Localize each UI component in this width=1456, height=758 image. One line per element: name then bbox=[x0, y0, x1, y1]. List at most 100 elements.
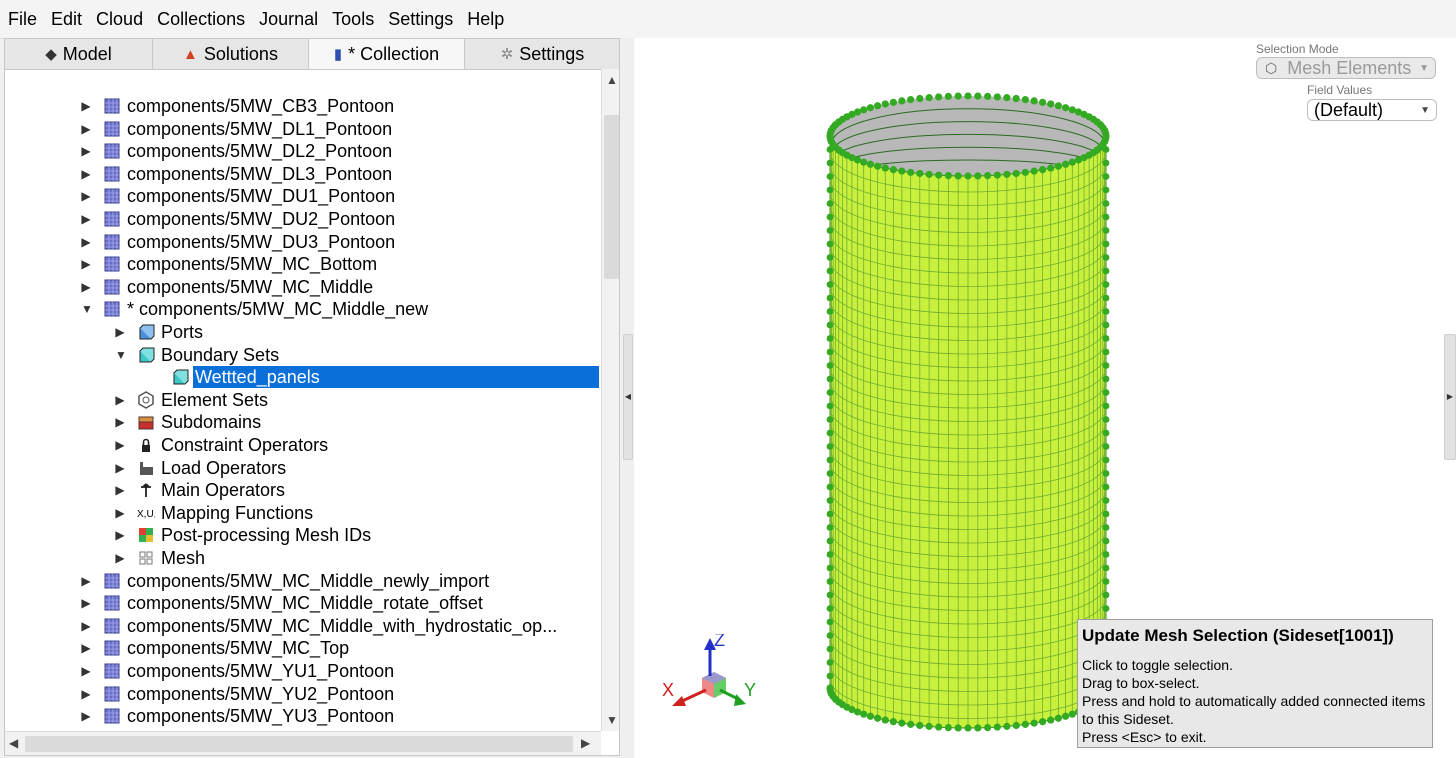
collection-icon: ▮ bbox=[333, 46, 343, 63]
lock-icon bbox=[137, 436, 155, 454]
collapsed-arrow-icon[interactable]: ▶ bbox=[81, 122, 91, 136]
panel-splitter[interactable]: ◀ bbox=[620, 38, 634, 758]
vertical-scroll-thumb[interactable] bbox=[604, 115, 619, 279]
scroll-right-arrow-icon[interactable]: ▶ bbox=[581, 736, 590, 750]
menu-item-help[interactable]: Help bbox=[459, 0, 510, 38]
tree-item-component[interactable]: ▶ components/5MW_MC_Middle_newly_import bbox=[5, 570, 599, 592]
menu-item-edit[interactable]: Edit bbox=[43, 0, 88, 38]
tab-solutions[interactable]: ▲ Solutions bbox=[153, 39, 309, 69]
tree-item[interactable]: ▶ Ports bbox=[5, 321, 599, 343]
collapse-right-handle[interactable]: ▶ bbox=[1444, 334, 1456, 460]
menu-item-journal[interactable]: Journal bbox=[251, 0, 324, 38]
collapsed-arrow-icon[interactable]: ▶ bbox=[81, 99, 91, 113]
tree-item-component[interactable]: ▶ components/5MW_DU1_Pontoon bbox=[5, 185, 599, 207]
menu-item-settings[interactable]: Settings bbox=[380, 0, 459, 38]
field-values-dropdown[interactable]: (Default) ▼ bbox=[1307, 99, 1437, 121]
tree-item-component[interactable]: ▶ components/5MW_DL2_Pontoon bbox=[5, 140, 599, 162]
collapse-left-handle[interactable]: ◀ bbox=[623, 334, 633, 460]
tree-item-label: Ports bbox=[161, 322, 204, 342]
tree-item[interactable]: ▶ Mesh bbox=[5, 547, 599, 569]
tree-item-component[interactable]: ▶ components/5MW_DU3_Pontoon bbox=[5, 231, 599, 253]
tab-collection[interactable]: ▮ * Collection bbox=[309, 39, 465, 69]
mesh-element-icon: ⬡ bbox=[1265, 59, 1278, 76]
tab-model[interactable]: ◆ Model bbox=[5, 39, 153, 69]
tree-item-component[interactable]: ▶ components/5MW_MC_Top bbox=[5, 637, 599, 659]
expanded-arrow-icon[interactable]: ▼ bbox=[115, 348, 127, 362]
collapsed-arrow-icon[interactable]: ▶ bbox=[115, 551, 125, 565]
collapsed-arrow-icon[interactable]: ▶ bbox=[81, 144, 91, 158]
tree-item[interactable]: ▶ Constraint Operators bbox=[5, 434, 599, 456]
collapsed-arrow-icon[interactable]: ▶ bbox=[115, 325, 125, 339]
menu-item-cloud[interactable]: Cloud bbox=[88, 0, 149, 38]
menu-item-tools[interactable]: Tools bbox=[324, 0, 380, 38]
tree-item[interactable]: ▶ Load Operators bbox=[5, 457, 599, 479]
svg-text:X,U,V: X,U,V bbox=[137, 509, 155, 520]
field-values-label: Field Values bbox=[1307, 83, 1373, 97]
scroll-down-arrow-icon[interactable]: ▼ bbox=[606, 713, 618, 727]
tree-item[interactable]: ▼ Boundary Sets bbox=[5, 344, 599, 366]
menu-item-file[interactable]: File bbox=[0, 0, 43, 38]
element-sets-icon bbox=[137, 390, 155, 409]
tree-item-label: components/5MW_DL1_Pontoon bbox=[127, 118, 393, 139]
collapsed-arrow-icon[interactable]: ▶ bbox=[115, 438, 125, 452]
tab-label: * Collection bbox=[348, 43, 440, 64]
tree-item-label: Main Operators bbox=[161, 480, 286, 501]
tree-item-component[interactable]: ▶ components/5MW_DL1_Pontoon bbox=[5, 118, 599, 140]
collapsed-arrow-icon[interactable]: ▶ bbox=[81, 167, 91, 181]
axis-z-label: Z bbox=[714, 634, 725, 650]
3d-viewport[interactable]: Selection Mode ⬡ Mesh Elements ▼ Field V… bbox=[634, 38, 1456, 758]
tree-item[interactable]: ▶ X,U,V Mapping Functions bbox=[5, 502, 599, 524]
scroll-left-arrow-icon[interactable]: ◀ bbox=[9, 736, 18, 750]
tree-item-component[interactable]: ▶ components/5MW_YU1_Pontoon bbox=[5, 660, 599, 682]
collapsed-arrow-icon[interactable]: ▶ bbox=[115, 415, 125, 429]
tree-item[interactable]: Wettted_panels bbox=[5, 366, 599, 389]
tree-item-component[interactable]: ▶ components/5MW_DL3_Pontoon bbox=[5, 163, 599, 185]
collapsed-arrow-icon[interactable]: ▶ bbox=[115, 483, 125, 497]
collapsed-arrow-icon[interactable]: ▶ bbox=[81, 664, 91, 678]
collapsed-arrow-icon[interactable]: ▶ bbox=[81, 189, 91, 203]
collapsed-arrow-icon[interactable]: ▶ bbox=[81, 596, 91, 610]
tree-item-component[interactable]: ▶ components/5MW_YU3_Pontoon bbox=[5, 705, 599, 727]
tab-settings[interactable]: ✲ Settings bbox=[465, 39, 619, 69]
tree-item[interactable]: ▶ Post-processing Mesh IDs bbox=[5, 524, 599, 546]
selection-mode-dropdown[interactable]: ⬡ Mesh Elements ▼ bbox=[1256, 57, 1436, 79]
horizontal-scroll-thumb[interactable] bbox=[25, 736, 573, 752]
collapsed-arrow-icon[interactable]: ▶ bbox=[81, 709, 91, 723]
tree-item[interactable]: ▶ Main Operators bbox=[5, 479, 599, 501]
scroll-up-arrow-icon[interactable]: ▲ bbox=[606, 73, 618, 87]
collapsed-arrow-icon[interactable]: ▶ bbox=[81, 212, 91, 226]
tab-label: Model bbox=[62, 43, 112, 64]
ports-icon bbox=[137, 323, 155, 341]
collapsed-arrow-icon[interactable]: ▶ bbox=[115, 461, 125, 475]
tree-item-component[interactable]: ▶ components/5MW_MC_Middle_with_hydrostat… bbox=[5, 615, 599, 637]
tree-item-component[interactable]: ▶ components/5MW_MC_Middle bbox=[5, 276, 599, 298]
tree-item-label: components/5MW_DU3_Pontoon bbox=[127, 231, 396, 252]
collapsed-arrow-icon[interactable]: ▶ bbox=[81, 641, 91, 655]
collapsed-arrow-icon[interactable]: ▶ bbox=[81, 687, 91, 701]
component-icon bbox=[103, 255, 121, 273]
collapsed-arrow-icon[interactable]: ▶ bbox=[115, 506, 125, 520]
tree-item-component[interactable]: ▶ components/5MW_DU2_Pontoon bbox=[5, 208, 599, 230]
tree-item[interactable]: ▶ Element Sets bbox=[5, 389, 599, 411]
tree-item-component[interactable]: ▶ components/5MW_YU2_Pontoon bbox=[5, 683, 599, 705]
collapsed-arrow-icon[interactable]: ▶ bbox=[81, 619, 91, 633]
tree-item-label: components/5MW_MC_Top bbox=[127, 638, 350, 659]
tree-item-component[interactable]: ▼ * components/5MW_MC_Middle_new bbox=[5, 298, 599, 320]
collapsed-arrow-icon[interactable]: ▶ bbox=[115, 528, 125, 542]
expanded-arrow-icon[interactable]: ▼ bbox=[81, 302, 93, 316]
postproc-icon bbox=[137, 526, 155, 544]
tree-item-label: components/5MW_DL2_Pontoon bbox=[127, 141, 393, 162]
collapsed-arrow-icon[interactable]: ▶ bbox=[81, 574, 91, 588]
collapsed-arrow-icon[interactable]: ▶ bbox=[81, 235, 91, 249]
tree-item-component[interactable]: ▶ components/5MW_MC_Middle_rotate_offset bbox=[5, 592, 599, 614]
tree-vertical-scrollbar[interactable]: ▲ ▼ bbox=[601, 69, 619, 731]
collapsed-arrow-icon[interactable]: ▶ bbox=[115, 393, 125, 407]
menu-item-collections[interactable]: Collections bbox=[149, 0, 251, 38]
collapsed-arrow-icon[interactable]: ▶ bbox=[81, 257, 91, 271]
tree-horizontal-scrollbar[interactable]: ◀ ▶ bbox=[5, 731, 601, 755]
tree-item-component[interactable]: ▶ components/5MW_CB3_Pontoon bbox=[5, 95, 599, 117]
collapsed-arrow-icon[interactable]: ▶ bbox=[81, 280, 91, 294]
tree-item-component[interactable]: ▶ components/5MW_MC_Bottom bbox=[5, 253, 599, 275]
tree-item[interactable]: ▶ Subdomains bbox=[5, 411, 599, 433]
model-icon: ◆ bbox=[45, 46, 57, 63]
